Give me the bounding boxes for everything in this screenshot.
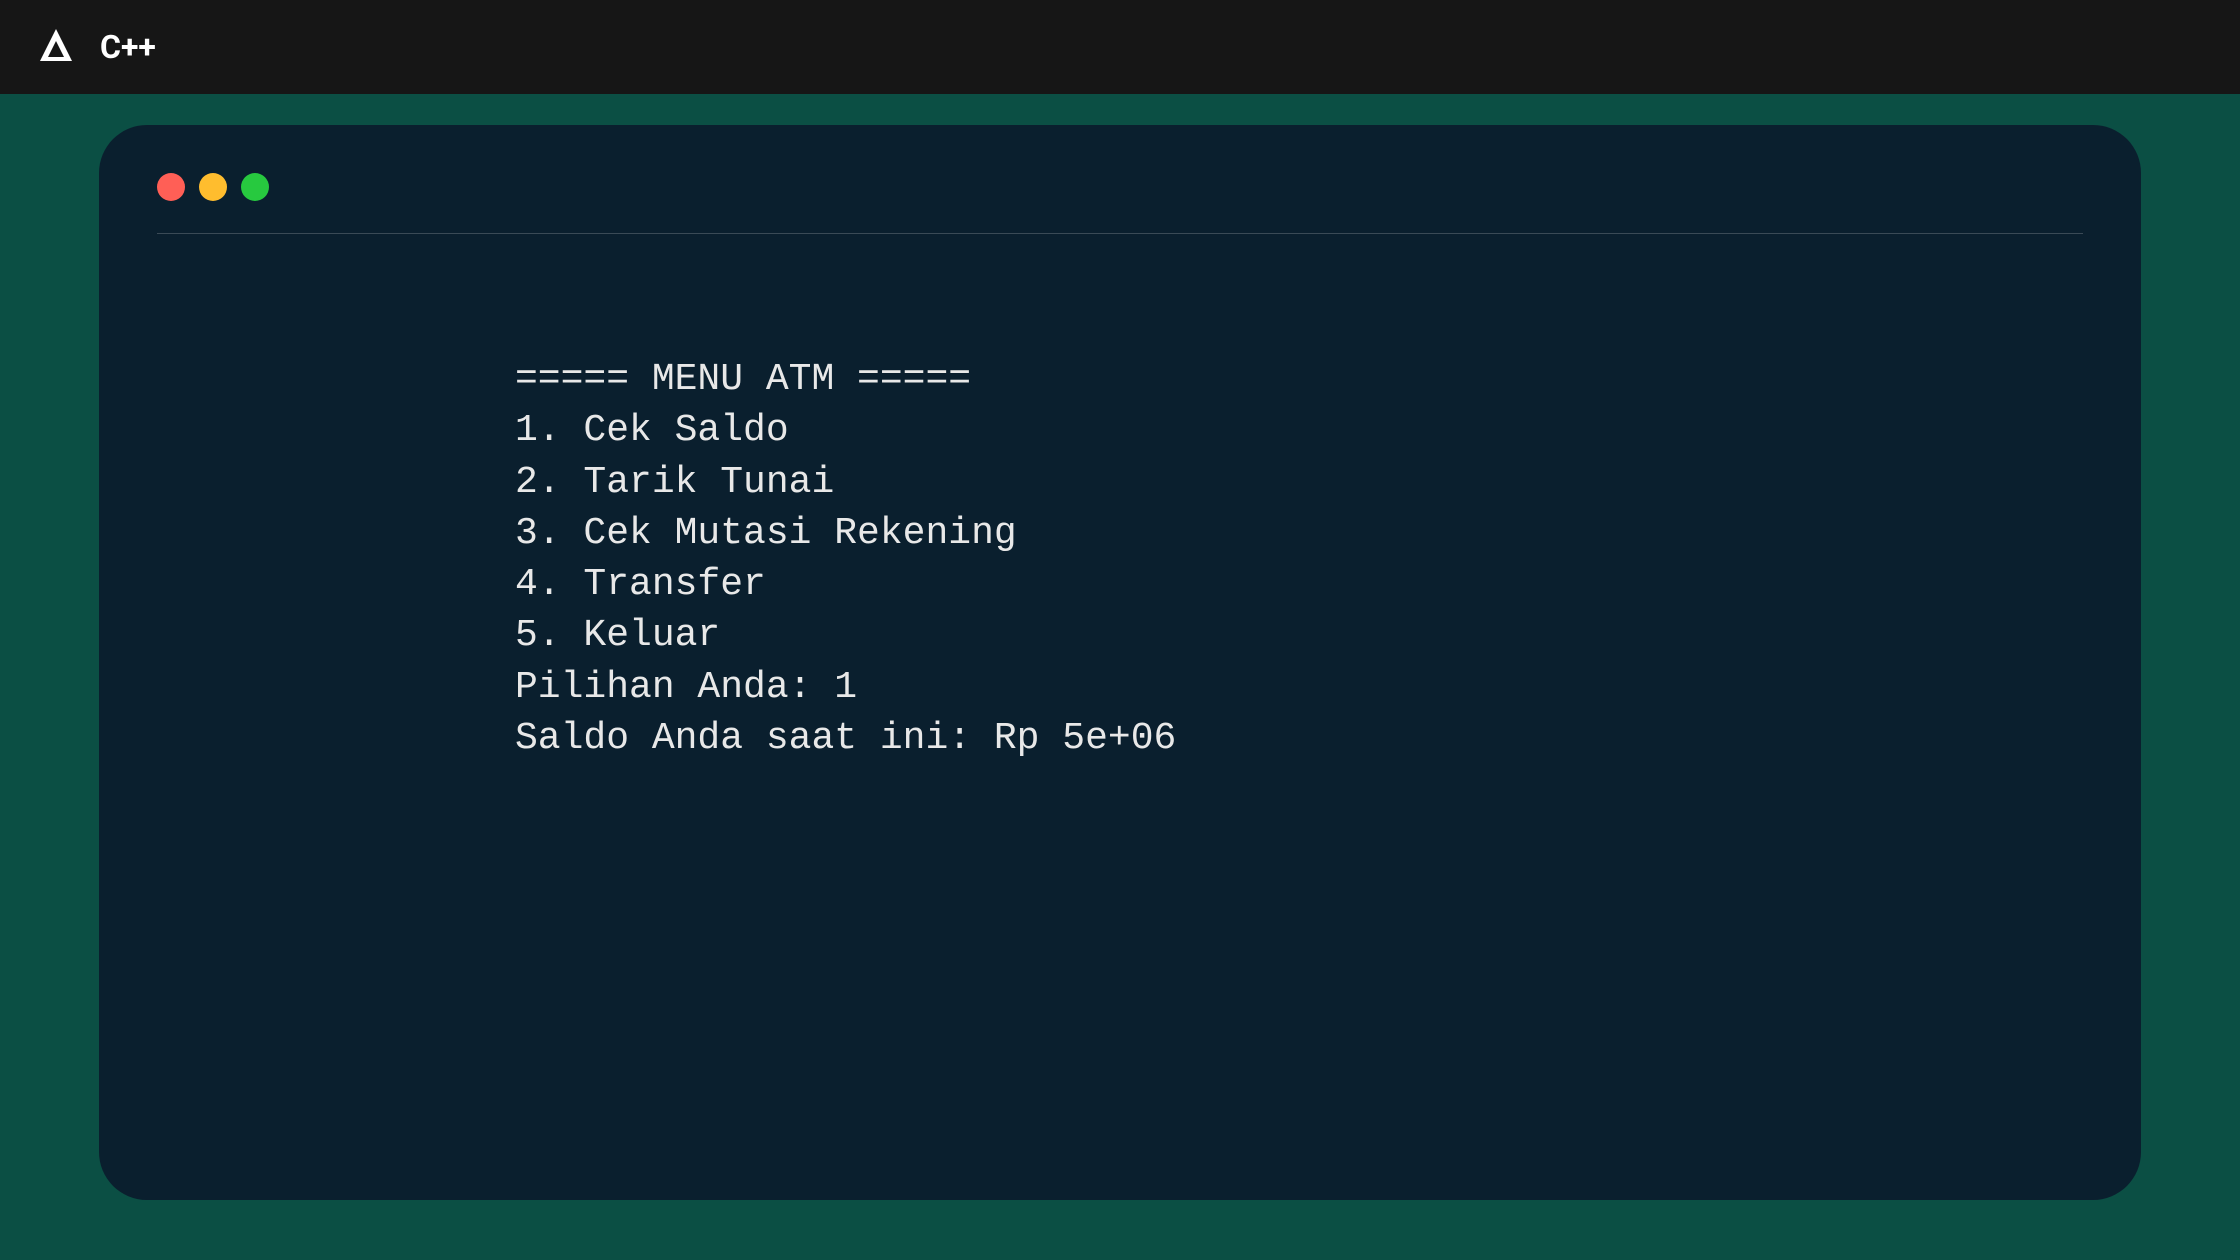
terminal-line: 3. Cek Mutasi Rekening — [515, 508, 2083, 559]
terminal-line: 2. Tarik Tunai — [515, 457, 2083, 508]
maximize-button[interactable] — [241, 173, 269, 201]
terminal-line: Saldo Anda saat ini: Rp 5e+06 — [515, 713, 2083, 764]
header-title: C++ — [100, 28, 156, 66]
header-bar: C++ — [0, 0, 2240, 94]
terminal-line: 1. Cek Saldo — [515, 405, 2083, 456]
terminal-line: 4. Transfer — [515, 559, 2083, 610]
traffic-lights — [157, 173, 2083, 201]
terminal-window: ===== MENU ATM =====1. Cek Saldo2. Tarik… — [99, 125, 2141, 1200]
terminal-output: ===== MENU ATM =====1. Cek Saldo2. Tarik… — [157, 354, 2083, 764]
terminal-line: 5. Keluar — [515, 610, 2083, 661]
close-button[interactable] — [157, 173, 185, 201]
terminal-line: ===== MENU ATM ===== — [515, 354, 2083, 405]
minimize-button[interactable] — [199, 173, 227, 201]
terminal-line: Pilihan Anda: 1 — [515, 662, 2083, 713]
divider — [157, 233, 2083, 234]
logo-icon — [32, 23, 80, 71]
